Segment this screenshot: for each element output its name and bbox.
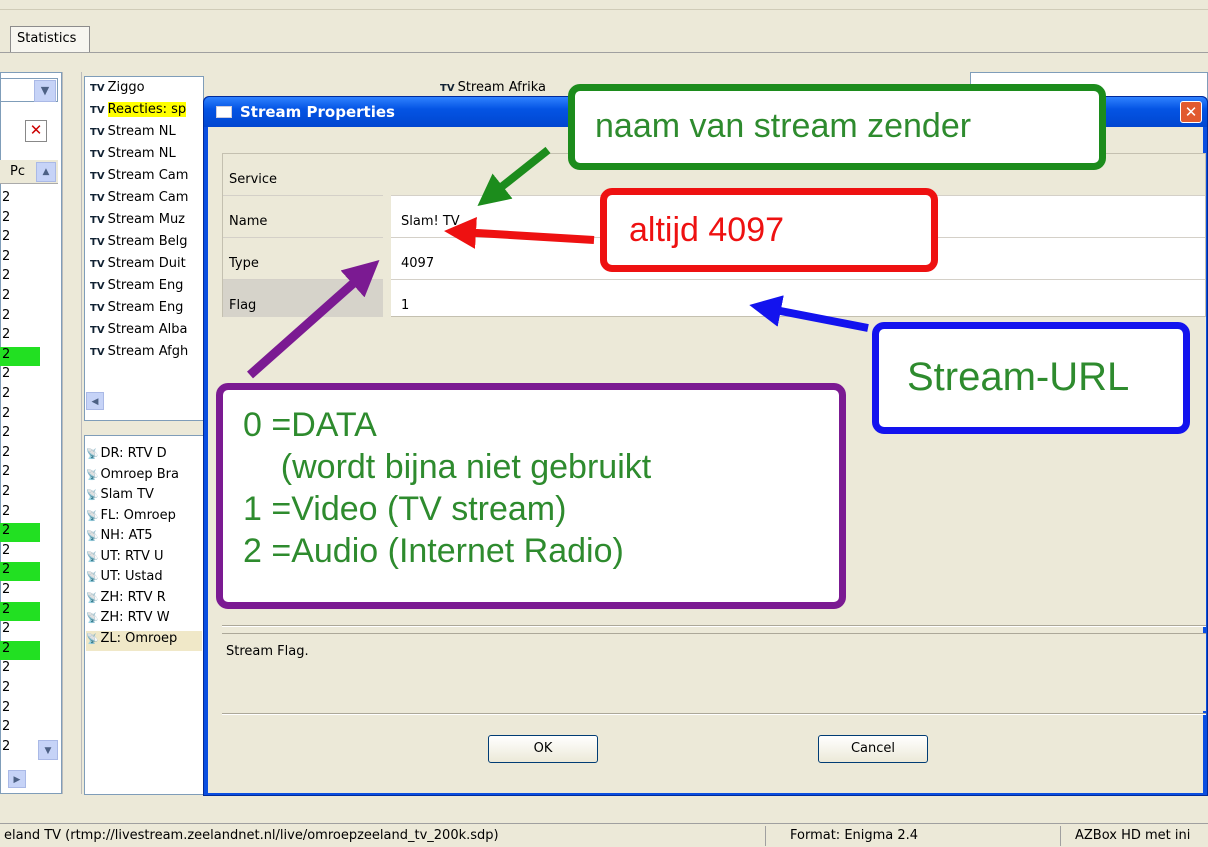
arrow-to-type [444, 216, 595, 249]
arrow-to-name [477, 146, 551, 206]
annotation-arrows [247, 146, 869, 379]
arrow-to-url [749, 295, 869, 332]
arrow-to-flag [247, 260, 380, 379]
